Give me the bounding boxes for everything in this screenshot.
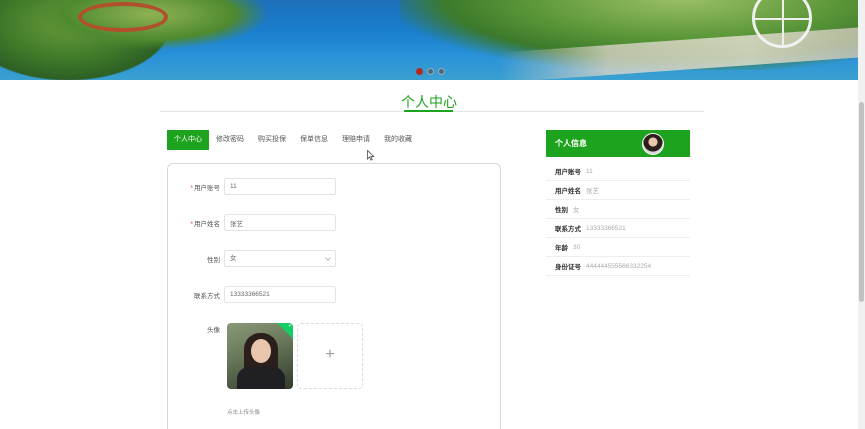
page-title: 个人中心: [401, 94, 457, 110]
form-row-name: *用户姓名: [168, 214, 336, 231]
account-label: 用户账号: [194, 184, 220, 192]
page-scrollbar[interactable]: [858, 0, 865, 429]
tab-policy-info[interactable]: 保单信息: [293, 130, 335, 150]
avatar-upload-button[interactable]: +: [297, 323, 363, 389]
scrollbar-thumb[interactable]: [859, 102, 864, 302]
gender-selected-value: 女: [230, 255, 237, 262]
info-row: 身份证号 444444555566332254: [546, 257, 690, 276]
avatar-label: 头像: [207, 327, 220, 334]
chevron-down-icon: [325, 255, 331, 261]
required-mark: *: [190, 220, 193, 228]
required-mark: *: [190, 184, 193, 192]
carousel-dot-1[interactable]: [416, 68, 423, 75]
info-row: 用户姓名 张艺: [546, 181, 690, 200]
tab-claim-application[interactable]: 理赔申请: [335, 130, 377, 150]
info-panel-header: 个人信息: [546, 130, 690, 157]
phone-label: 联系方式: [194, 292, 220, 300]
form-row-phone: 联系方式: [168, 286, 336, 303]
tab-change-password[interactable]: 修改密码: [209, 130, 251, 150]
carousel-dot-3[interactable]: [438, 68, 445, 75]
plus-icon: +: [325, 346, 335, 363]
upload-hint: 点击上传头像: [227, 410, 261, 416]
info-list: 用户账号 11 用户姓名 张艺 性别女 联系方式 13333366521 年龄 30 身…: [546, 162, 690, 276]
info-row: 性别女: [546, 200, 690, 219]
gender-select[interactable]: 女: [224, 250, 336, 267]
info-panel-title: 个人信息: [555, 139, 587, 148]
profile-form: *用户账号 *用户姓名 性别 女 联系方式 头像 ✓ + 点击上传头像: [167, 163, 501, 429]
form-row-avatar: 头像: [168, 324, 224, 334]
form-row-gender: 性别 女: [168, 250, 336, 267]
tab-my-favorites[interactable]: 我的收藏: [377, 130, 419, 150]
check-icon: ✓: [287, 323, 293, 330]
mouse-cursor-icon: [367, 150, 375, 161]
upload-success-badge: ✓: [275, 323, 293, 341]
tab-bar: 个人中心 修改密码 购买投保 保单信息 理赔申请 我的收藏: [167, 130, 419, 150]
carousel-dot-2[interactable]: [427, 68, 434, 75]
name-label: 用户姓名: [194, 220, 220, 228]
carousel-indicators: [416, 68, 445, 75]
gender-label: 性别: [207, 256, 220, 264]
form-row-account: *用户账号: [168, 178, 336, 195]
info-row: 用户账号 11: [546, 162, 690, 181]
title-underline: [404, 110, 453, 112]
user-avatar: [642, 133, 664, 155]
banner-carousel[interactable]: [0, 0, 858, 80]
tab-buy-insurance[interactable]: 购买投保: [251, 130, 293, 150]
info-row: 联系方式 13333366521: [546, 219, 690, 238]
info-row: 年龄 30: [546, 238, 690, 257]
avatar-preview[interactable]: ✓: [227, 323, 293, 389]
account-input[interactable]: [224, 178, 336, 195]
name-input[interactable]: [224, 214, 336, 231]
phone-input[interactable]: [224, 286, 336, 303]
tab-personal-center[interactable]: 个人中心: [167, 130, 209, 150]
